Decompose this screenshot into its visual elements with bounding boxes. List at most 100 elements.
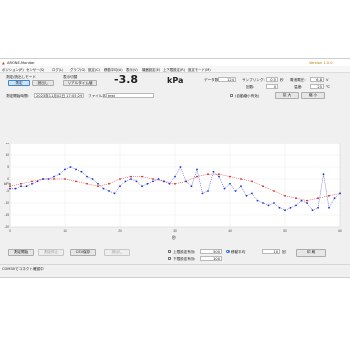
- moving-average-label: 移動平均: [231, 250, 246, 254]
- series-point: [212, 170, 215, 173]
- display-switch-label: 表示切替: [63, 75, 78, 79]
- file-name-label: ファイル名:: [88, 94, 108, 98]
- series-point: [196, 168, 198, 171]
- zoom-out-button[interactable]: 縮 小: [301, 92, 325, 99]
- series-point: [47, 178, 50, 180]
- series-point: [339, 192, 341, 195]
- series-point: [25, 185, 28, 188]
- battery-label: 電池電圧:: [290, 78, 306, 82]
- zoom-in-button[interactable]: 拡 大: [275, 92, 299, 99]
- upper-limit-checkbox[interactable]: [168, 250, 171, 253]
- series-point: [273, 190, 275, 192]
- pressure-unit: kPa: [167, 76, 184, 85]
- csv-save-button[interactable]: CSV保存: [70, 249, 96, 256]
- series-point: [75, 180, 77, 183]
- moving-average-radio[interactable]: [226, 249, 230, 254]
- series-point: [14, 187, 17, 190]
- series-point: [168, 182, 171, 185]
- series-point: [284, 194, 286, 197]
- series-point: [152, 178, 154, 180]
- series-point: [317, 197, 319, 200]
- data-count-field: 124: [218, 77, 236, 82]
- series-point: [245, 194, 248, 197]
- series-point: [201, 192, 204, 195]
- menu-item-limits[interactable]: 上下限設定(R): [163, 67, 185, 72]
- temp-unit: ℃: [326, 85, 331, 89]
- start-measure-button[interactable]: 測定開始: [8, 249, 34, 256]
- count-label: 回数:: [246, 85, 255, 89]
- series-point: [328, 206, 330, 209]
- menu-item-settings[interactable]: 設定(C): [88, 67, 100, 72]
- y-axis-label: kPa: [4, 181, 12, 186]
- status-bar: COM30でコネクト確認中: [0, 264, 350, 272]
- series-point: [300, 199, 303, 202]
- menu-item-sensor[interactable]: センサー(S): [26, 67, 44, 72]
- series-point: [229, 175, 231, 178]
- menu-item-view[interactable]: 表示(V): [126, 67, 138, 72]
- autoscale-label: (自動縮小有効): [235, 94, 260, 98]
- app-logo-icon: ▲: [2, 60, 5, 65]
- x-tick-labels: 0 10 20 30 40 50 60: [9, 229, 342, 233]
- series-point: [322, 173, 325, 176]
- version-label: Version 1.0.0: [309, 60, 333, 65]
- menu-item-graph[interactable]: グラフ(G): [70, 67, 85, 72]
- moving-average-field[interactable]: 10: [262, 249, 280, 254]
- series-point: [141, 185, 143, 188]
- menu-item-log[interactable]: ログ(L): [52, 67, 63, 72]
- lower-limit-field[interactable]: 100: [200, 256, 222, 261]
- x-tick-label: 60: [338, 229, 342, 233]
- series-point: [141, 175, 143, 178]
- menu-item-position[interactable]: ポジション(P): [2, 67, 24, 72]
- upper-limit-label: 上限設定有効: [173, 250, 195, 254]
- x-tick-label: 10: [63, 229, 67, 233]
- count-field: 0: [266, 84, 278, 89]
- series-point: [119, 185, 121, 188]
- y-tick-labels: 151050-5-10-15-20: [4, 143, 9, 229]
- y-tick-label: 5: [7, 165, 9, 169]
- mode-label: 測定/読出しモード: [6, 75, 36, 79]
- series-point: [262, 185, 264, 188]
- menu-item-moving-average[interactable]: 移動平均(A): [104, 67, 123, 72]
- sampling-field: 0.5: [266, 77, 278, 82]
- series-point: [102, 187, 105, 190]
- series-point: [152, 180, 154, 183]
- x-tick-label: 50: [283, 229, 287, 233]
- series-point: [207, 190, 209, 192]
- series-point: [130, 175, 132, 178]
- x-tick-label: 0: [9, 229, 11, 233]
- lower-limit-checkbox[interactable]: [168, 257, 171, 260]
- series-point: [80, 170, 83, 173]
- series-point: [91, 178, 94, 180]
- measure-mode-button[interactable]: 測定: [8, 80, 30, 86]
- file-name-field[interactable]: test: [106, 93, 154, 98]
- series-point: [306, 202, 308, 204]
- series-point: [218, 173, 220, 176]
- series-point: [179, 166, 182, 168]
- series-point: [64, 178, 66, 180]
- series-point: [240, 185, 242, 188]
- x-tick-label: 40: [228, 229, 232, 233]
- read-out-button[interactable]: 読出し: [104, 249, 130, 256]
- series-point: [278, 206, 281, 209]
- autoscale-checkbox[interactable]: [230, 94, 233, 97]
- sampling-label: サンプリング:: [242, 78, 265, 82]
- series-point: [108, 190, 110, 192]
- menu-item-device[interactable]: 機器設定(E): [142, 67, 160, 72]
- series-point: [262, 202, 264, 204]
- y-tick-label: -15: [4, 213, 9, 217]
- stop-measure-button[interactable]: 測定停止: [38, 249, 64, 256]
- series-point: [20, 185, 22, 188]
- menu-bar: ポジション(P) センサー(S) ログ(L) グラフ(G) 設定(C) 移動平均…: [0, 66, 350, 73]
- series-point: [174, 175, 176, 178]
- upper-limit-field[interactable]: 500: [200, 249, 222, 254]
- x-tick-label: 30: [173, 229, 177, 233]
- read-mode-button[interactable]: 読出し: [32, 80, 54, 86]
- series-point: [75, 168, 77, 171]
- realtime-value-button[interactable]: リアルタイム値: [63, 80, 97, 86]
- menu-item-setting-mode[interactable]: 設定モード(M): [188, 67, 211, 72]
- pressure-reading: -3.8: [114, 73, 139, 86]
- series-point: [113, 192, 116, 195]
- series-point: [119, 178, 121, 180]
- battery-unit: V: [326, 78, 329, 82]
- print-button[interactable]: 印 刷: [296, 249, 326, 257]
